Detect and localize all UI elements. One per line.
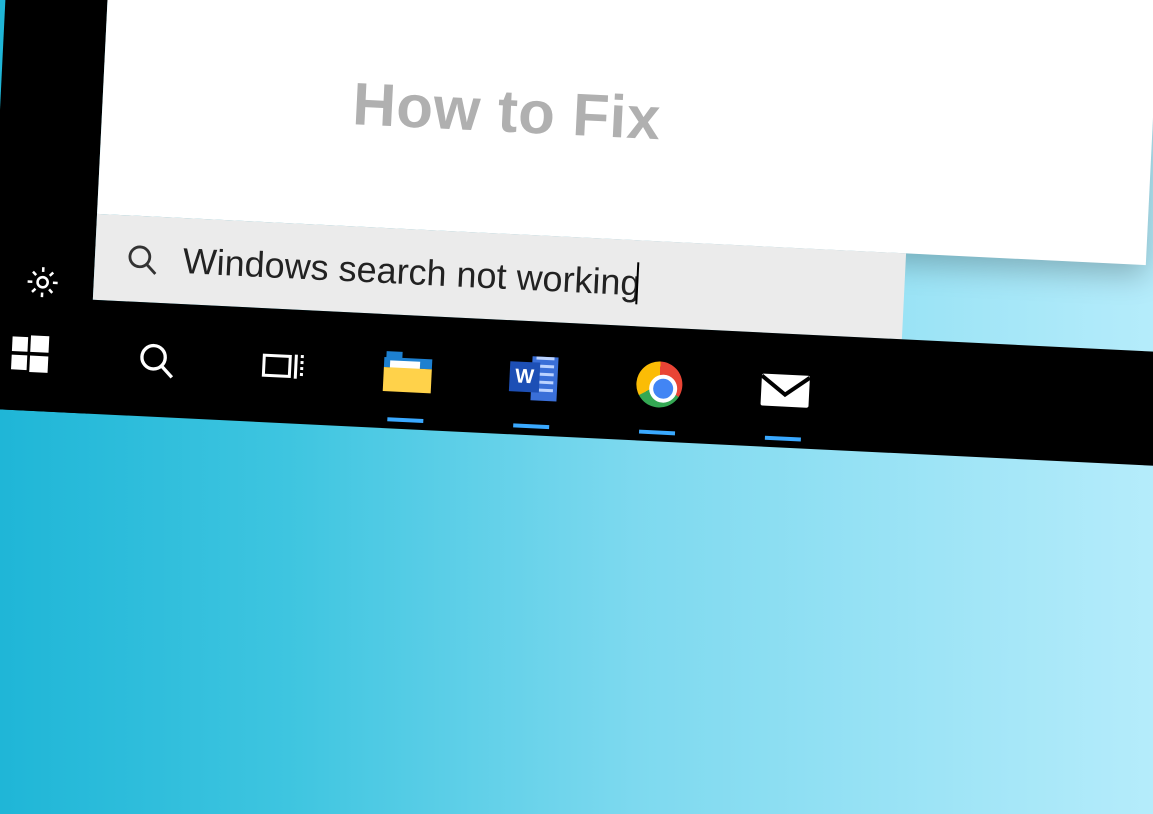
search-icon — [124, 241, 160, 277]
search-icon — [135, 339, 177, 381]
word-glyph: W — [509, 361, 540, 392]
task-view-button[interactable] — [255, 339, 309, 393]
start-button[interactable] — [3, 326, 57, 380]
overlay-caption: How to Fix — [351, 69, 662, 153]
word-icon: W — [508, 355, 558, 401]
taskbar-search-button[interactable] — [129, 333, 183, 387]
mail-button[interactable] — [758, 363, 812, 417]
task-view-icon — [257, 345, 307, 387]
windows-logo-icon — [7, 331, 53, 377]
chrome-icon — [635, 360, 683, 408]
search-input-text[interactable]: Windows search not working — [182, 240, 642, 304]
file-explorer-button[interactable] — [380, 345, 434, 399]
word-button[interactable]: W — [506, 351, 560, 405]
file-explorer-icon — [383, 351, 433, 393]
mail-icon — [758, 371, 812, 409]
chrome-button[interactable] — [632, 357, 686, 411]
